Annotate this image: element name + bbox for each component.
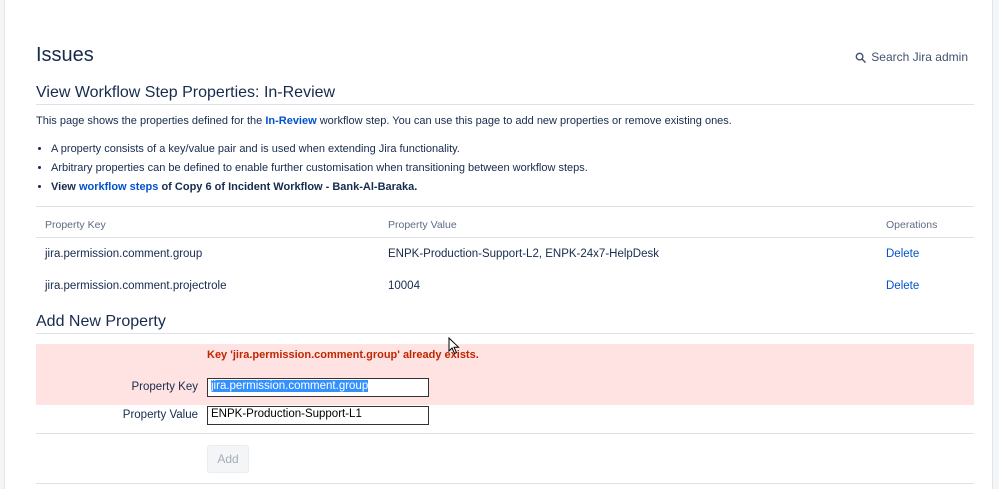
description-text-after: workflow step. You can use this page to … bbox=[316, 115, 732, 127]
property-key-label: Property Key bbox=[131, 381, 198, 393]
info-bullet-list: A property consists of a key/value pair … bbox=[36, 140, 588, 197]
add-new-property-heading: Add New Property bbox=[36, 313, 974, 334]
mouse-cursor-icon bbox=[448, 337, 460, 355]
table-row: jira.permission.comment.group ENPK-Produ… bbox=[36, 238, 974, 270]
form-bottom-divider bbox=[36, 483, 974, 484]
property-key-row: Property Key jira.permission.comment.gro… bbox=[36, 378, 974, 398]
description-text-before: This page shows the properties defined f… bbox=[36, 115, 266, 127]
properties-table-wrapper: Property Key Property Value Operations j… bbox=[36, 206, 974, 302]
search-jira-admin-link[interactable]: Search Jira admin bbox=[855, 50, 968, 64]
properties-table: Property Key Property Value Operations j… bbox=[36, 206, 974, 302]
search-jira-admin-label: Search Jira admin bbox=[871, 50, 968, 64]
delete-link[interactable]: Delete bbox=[886, 280, 919, 292]
table-header-row: Property Key Property Value Operations bbox=[36, 206, 974, 238]
error-message: Key 'jira.permission.comment.group' alre… bbox=[207, 349, 479, 361]
admin-page: Issues Search Jira admin View Workflow S… bbox=[4, 0, 993, 489]
property-value-input[interactable]: ENPK-Production-Support-L1 bbox=[207, 406, 429, 425]
column-header-property-key: Property Key bbox=[36, 206, 379, 238]
workflow-steps-link[interactable]: workflow steps bbox=[79, 181, 158, 193]
delete-link[interactable]: Delete bbox=[886, 248, 919, 260]
property-key-cell: jira.permission.comment.projectrole bbox=[45, 279, 227, 292]
in-review-link[interactable]: In-Review bbox=[265, 115, 316, 127]
bullet-item: Arbitrary properties can be defined to e… bbox=[51, 159, 588, 178]
page-title: Issues bbox=[36, 44, 94, 66]
table-row: jira.permission.comment.projectrole 1000… bbox=[36, 270, 974, 302]
property-key-input[interactable]: jira.permission.comment.group bbox=[207, 378, 429, 397]
property-value-label: Property Value bbox=[122, 409, 198, 421]
step-properties-heading: View Workflow Step Properties: In-Review bbox=[36, 84, 974, 105]
property-value-row: Property Value ENPK-Production-Support-L… bbox=[36, 406, 974, 426]
bullet-item-view-steps: View workflow steps of Copy 6 of Inciden… bbox=[51, 178, 588, 197]
page-description: This page shows the properties defined f… bbox=[36, 115, 732, 127]
add-property-form: Key 'jira.permission.comment.group' alre… bbox=[36, 344, 974, 484]
add-button[interactable]: Add bbox=[207, 445, 249, 473]
column-header-property-value: Property Value bbox=[379, 206, 877, 238]
column-header-operations: Operations bbox=[877, 206, 974, 238]
property-key-cell: jira.permission.comment.group bbox=[45, 247, 203, 260]
property-value-input-value: ENPK-Production-Support-L1 bbox=[211, 408, 362, 420]
property-value-cell: ENPK-Production-Support-L2, ENPK-24x7-He… bbox=[388, 247, 660, 260]
view-suffix: of Copy 6 of Incident Workflow - Bank-Al… bbox=[158, 181, 418, 193]
form-divider bbox=[36, 433, 974, 434]
view-prefix: View bbox=[51, 181, 79, 193]
property-value-cell: 10004 bbox=[388, 279, 420, 292]
search-icon bbox=[855, 52, 867, 63]
property-key-input-value: jira.permission.comment.group bbox=[211, 380, 369, 392]
bullet-item: A property consists of a key/value pair … bbox=[51, 140, 588, 159]
